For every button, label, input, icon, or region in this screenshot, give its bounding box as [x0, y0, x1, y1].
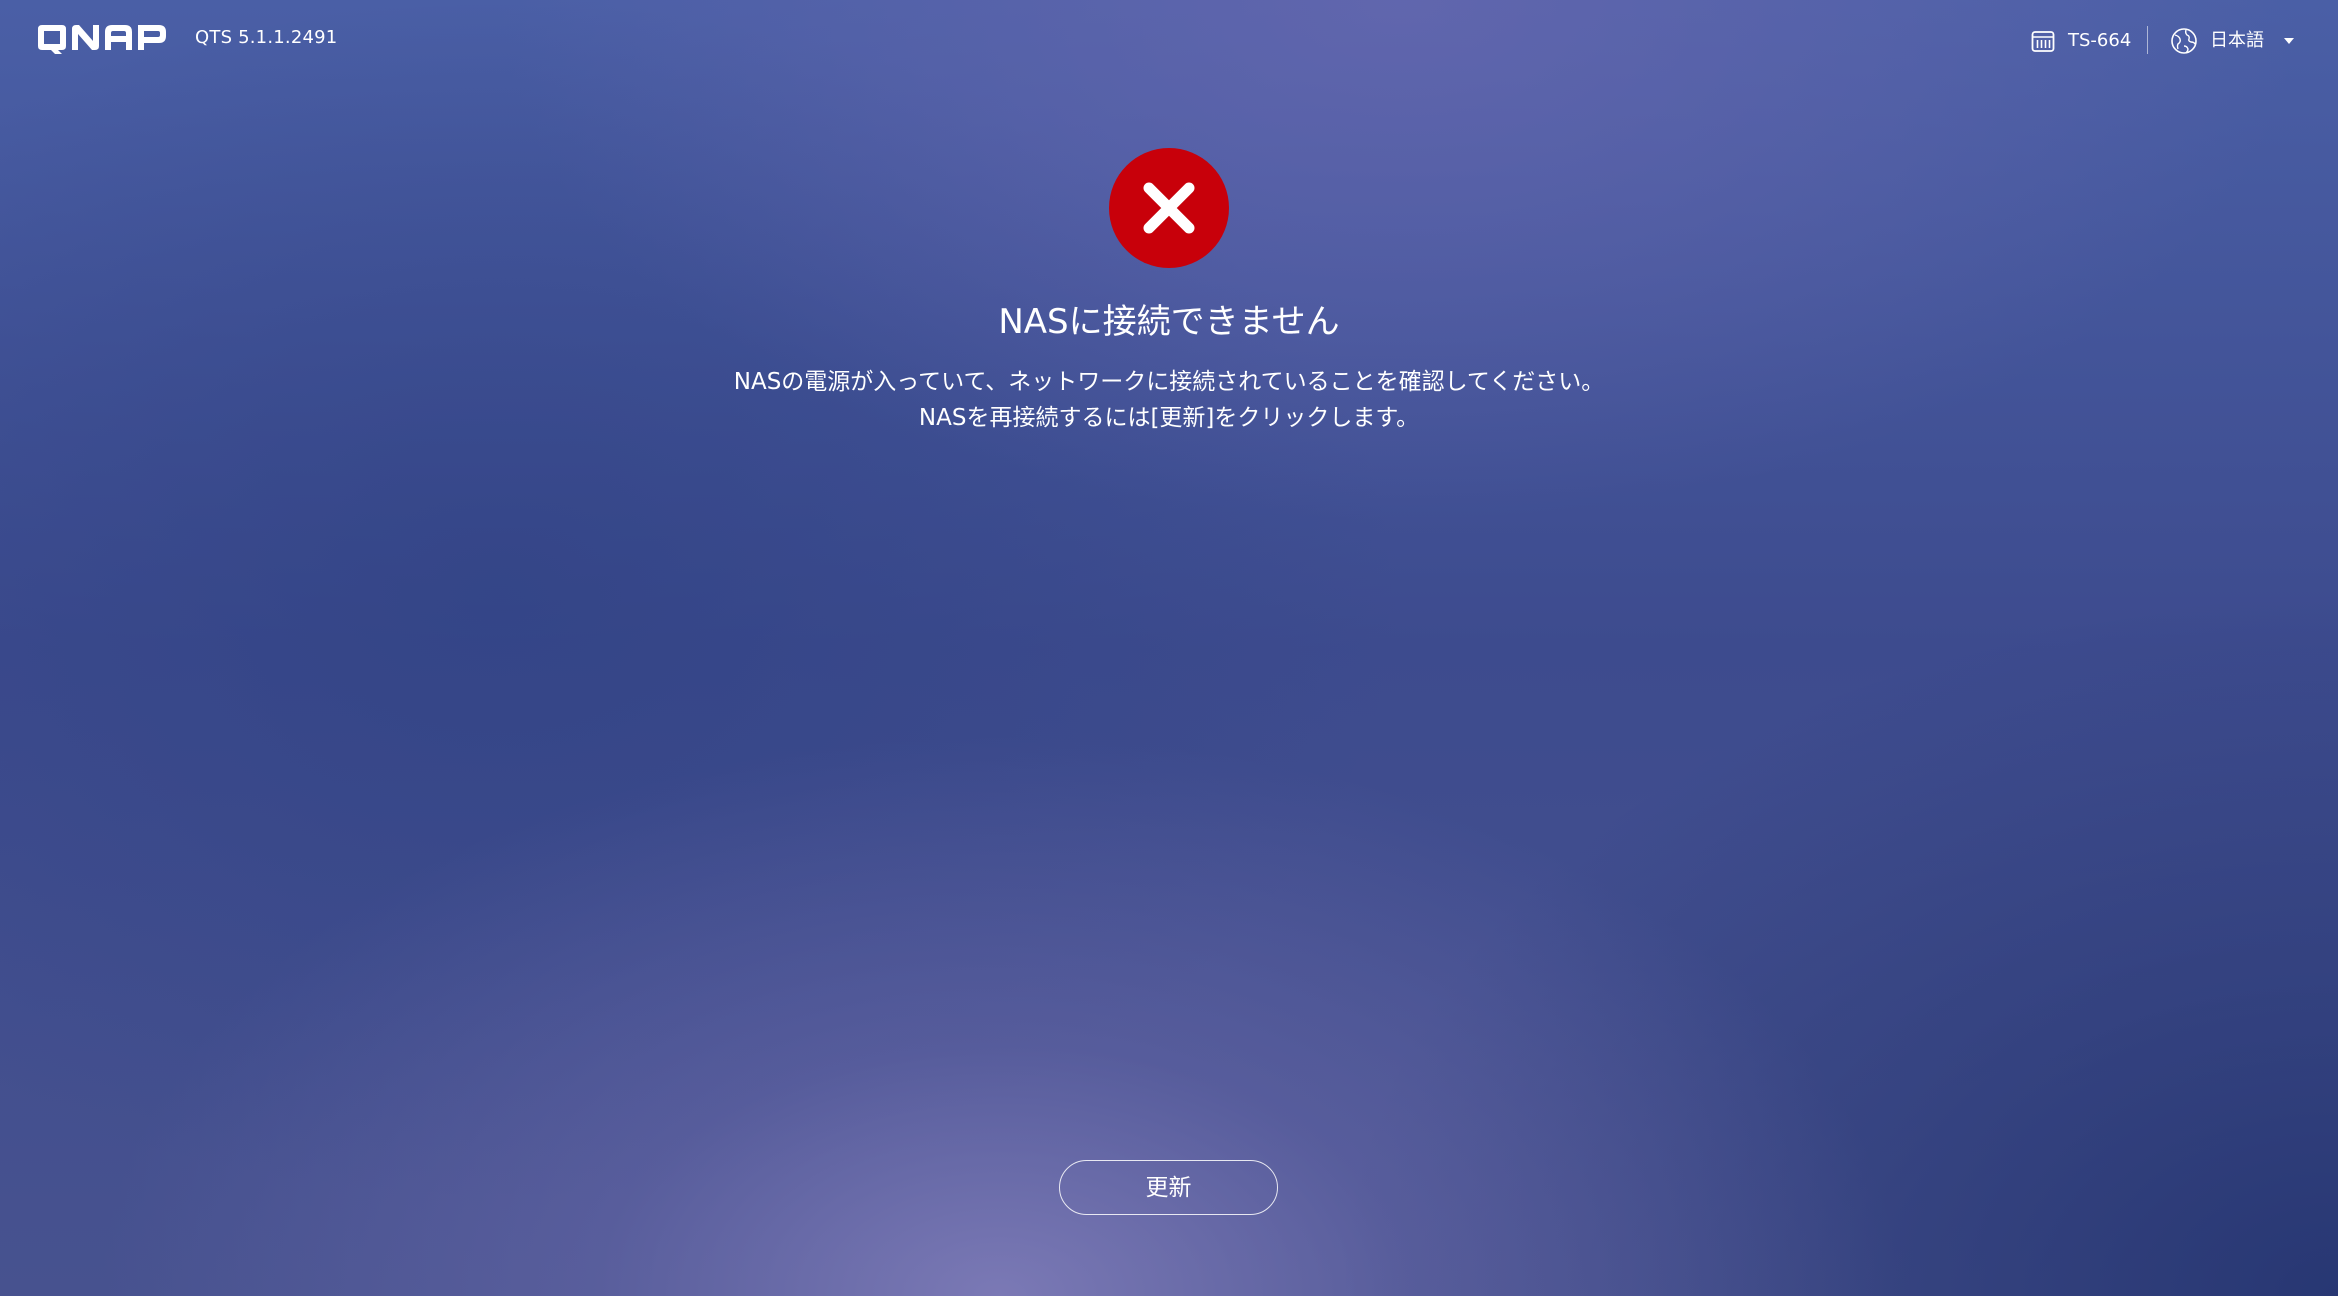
top-bar: QTS 5.1.1.2491 TS-664 日本語 [0, 0, 2338, 80]
nas-device-icon [2031, 31, 2055, 52]
header-divider [2147, 26, 2148, 54]
message-line-2: NASを再接続するには[更新]をクリックします。 [918, 405, 1420, 431]
language-label: 日本語 [2210, 30, 2264, 51]
qnap-logo [38, 25, 166, 54]
globe-icon [2171, 28, 2197, 54]
language-selector[interactable]: 日本語 [2170, 26, 2294, 56]
device-name: TS-664 [2068, 30, 2132, 51]
page-title: NASに接続できません [998, 302, 1340, 342]
message-line-1: NASの電源が入っていて、ネットワークに接続されていることを確認してください。 [733, 369, 1605, 395]
os-version: QTS 5.1.1.2491 [195, 27, 338, 48]
error-message: NASの電源が入っていて、ネットワークに接続されていることを確認してください。 … [724, 364, 1614, 436]
error-x-icon [1109, 148, 1229, 268]
device-info: TS-664 [2030, 26, 2131, 56]
caret-down-icon [2284, 38, 2294, 44]
refresh-button[interactable]: 更新 [1059, 1160, 1278, 1215]
